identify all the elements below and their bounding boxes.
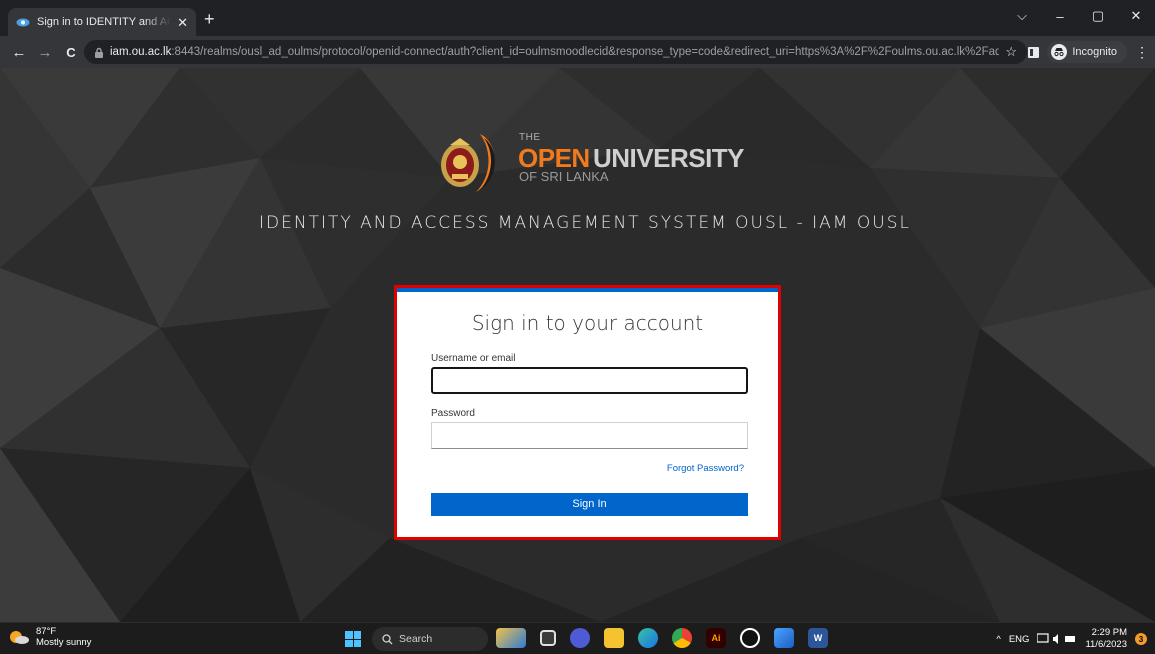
bookmark-star-icon[interactable]: ☆	[1005, 44, 1017, 60]
browser-tab-active[interactable]: Sign in to IDENTITY and ACCESS MANAGEMEN…	[8, 8, 196, 36]
weather-widget[interactable]: 87°F Mostly sunny	[8, 626, 91, 648]
side-panel-icon[interactable]	[1028, 46, 1040, 58]
logo-of-sri-lanka: OF SRI LANKA	[519, 169, 609, 184]
lock-icon	[95, 47, 103, 58]
username-input[interactable]	[431, 367, 748, 394]
tab-search-dropdown-icon[interactable]: ⌵	[1003, 0, 1041, 32]
url-host: iam.ou.ac.lk	[110, 46, 172, 58]
browser-tabstrip: Sign in to IDENTITY and ACCESS MANAGEMEN…	[0, 0, 1155, 36]
site-favicon-icon	[16, 17, 30, 27]
weather-desc: Mostly sunny	[36, 637, 92, 648]
clock-time: 2:29 PM	[1091, 627, 1127, 638]
university-crest-icon	[441, 134, 495, 192]
network-volume-battery-icon[interactable]	[1037, 633, 1077, 645]
tray-overflow-icon[interactable]: ^	[996, 634, 1000, 645]
snipping-tool-icon[interactable]	[774, 628, 794, 648]
word-icon[interactable]: W	[808, 628, 828, 648]
password-label: Password	[431, 408, 475, 419]
weather-temp: 87°F	[36, 626, 57, 637]
incognito-badge[interactable]: Incognito	[1047, 41, 1127, 63]
language-indicator[interactable]: ENG	[1009, 634, 1030, 645]
close-window-button[interactable]: ✕	[1117, 0, 1155, 32]
obs-studio-icon[interactable]	[740, 628, 760, 648]
system-title: IDENTITY AND ACCESS MANAGEMENT SYSTEM OU…	[259, 213, 911, 233]
reload-button[interactable]: C	[58, 39, 84, 65]
url-text: iam.ou.ac.lk:8443/realms/ousl_ad_oulms/p…	[110, 46, 999, 58]
incognito-icon	[1051, 44, 1068, 60]
forward-button[interactable]: →	[32, 39, 58, 65]
sign-in-button[interactable]: Sign In	[431, 493, 748, 516]
new-tab-button[interactable]: +	[204, 10, 215, 28]
minimize-button[interactable]: –	[1041, 0, 1079, 32]
ousl-logo: THE OPEN UNIVERSITY OF SRI LANKA	[436, 132, 745, 192]
username-label: Username or email	[431, 353, 516, 364]
chrome-browser-icon[interactable]	[672, 628, 692, 648]
windows-start-icon[interactable]	[345, 631, 361, 647]
logo-university: UNIVERSITY	[593, 143, 745, 173]
edge-browser-icon[interactable]	[638, 628, 658, 648]
forgot-password-link[interactable]: Forgot Password?	[431, 463, 744, 474]
widgets-app-icon[interactable]	[496, 628, 526, 648]
system-tray: ^ ENG 2:29 PM 11/6/2023 3	[996, 627, 1147, 651]
search-label: Search	[399, 633, 433, 645]
illustrator-icon[interactable]: Ai	[706, 628, 726, 648]
incognito-label: Incognito	[1072, 46, 1117, 58]
browser-toolbar: ← → C iam.ou.ac.lk:8443/realms/ousl_ad_o…	[0, 36, 1155, 68]
login-page: THE OPEN UNIVERSITY OF SRI LANKA IDENTIT…	[0, 68, 1155, 622]
url-path: :8443/realms/ousl_ad_oulms/protocol/open…	[171, 46, 1000, 58]
task-view-icon[interactable]	[540, 630, 556, 646]
address-bar[interactable]: iam.ou.ac.lk:8443/realms/ousl_ad_oulms/p…	[84, 40, 1027, 64]
weather-text: 87°F Mostly sunny	[36, 626, 91, 648]
windows-taskbar: 87°F Mostly sunny Search Ai W ^ ENG 2:29…	[0, 622, 1155, 654]
notification-badge[interactable]: 3	[1135, 633, 1147, 645]
password-input[interactable]	[431, 422, 748, 449]
file-explorer-icon[interactable]	[604, 628, 624, 648]
taskbar-apps: Ai W	[496, 628, 828, 648]
window-controls: ⌵ – ▢ ✕	[1003, 0, 1155, 32]
login-card: Sign in to your account Username or emai…	[397, 288, 778, 537]
back-button[interactable]: ←	[6, 39, 32, 65]
clock[interactable]: 2:29 PM 11/6/2023	[1085, 627, 1127, 651]
toolbar-right: Incognito ⋮	[1028, 40, 1149, 64]
logo-the: THE	[519, 132, 541, 143]
browser-menu-icon[interactable]: ⋮	[1135, 44, 1149, 61]
taskbar-search[interactable]: Search	[372, 627, 488, 651]
maximize-button[interactable]: ▢	[1079, 0, 1117, 32]
tab-title: Sign in to IDENTITY and ACCESS MANAGEMEN…	[37, 16, 172, 28]
search-icon	[382, 633, 393, 644]
clock-date: 11/6/2023	[1085, 639, 1127, 650]
teams-chat-icon[interactable]	[570, 628, 590, 648]
login-heading: Sign in to your account	[471, 311, 704, 335]
partly-sunny-icon	[10, 631, 29, 644]
tab-close-icon[interactable]: ✕	[177, 16, 188, 29]
